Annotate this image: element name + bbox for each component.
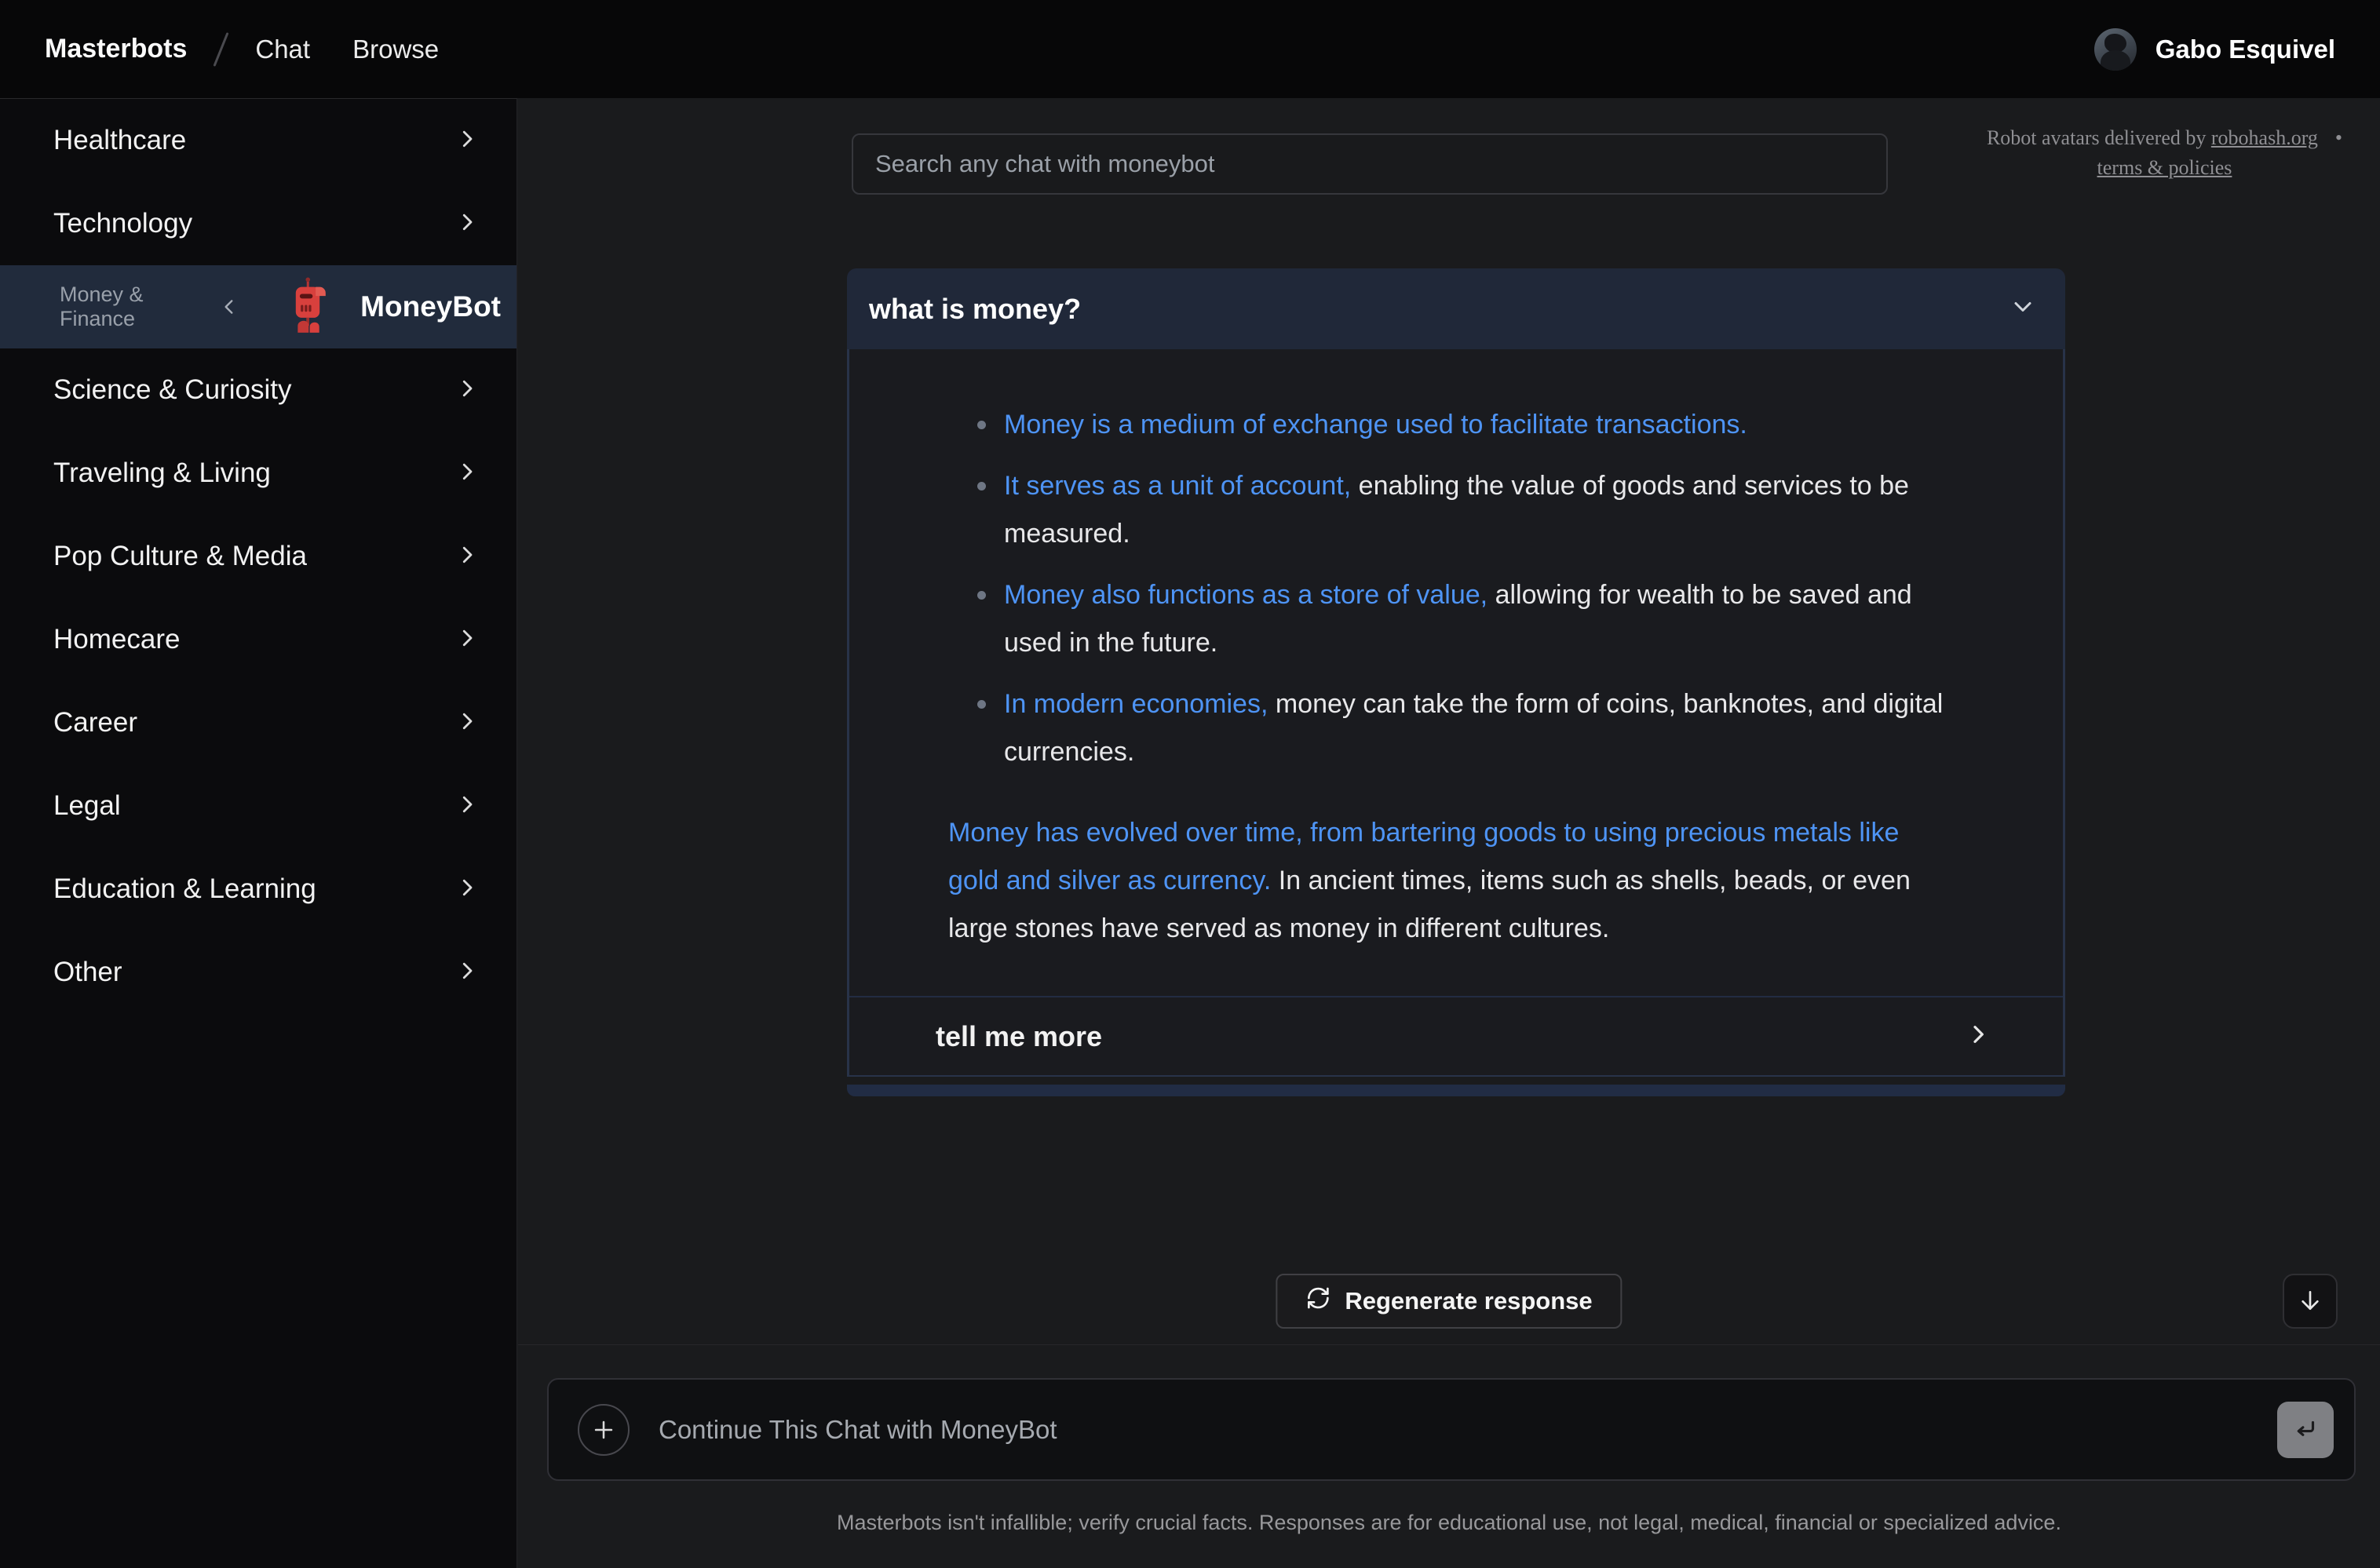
answer-body: Money is a medium of exchange used to fa… [847, 349, 2065, 1077]
attribution-bullet: • [2335, 126, 2342, 149]
answer-bullet-list: Money is a medium of exchange used to fa… [849, 401, 2063, 776]
app-root: Masterbots Chat Browse Gabo Esquivel Hea… [0, 0, 2380, 1568]
question-title: what is money? [869, 293, 1081, 326]
chevron-right-icon [455, 377, 479, 404]
top-bar: Masterbots Chat Browse Gabo Esquivel [0, 0, 2380, 98]
sidebar-item-traveling-living[interactable]: Traveling & Living [0, 432, 517, 515]
sidebar-item-technology[interactable]: Technology [0, 182, 517, 265]
send-button[interactable] [2277, 1402, 2334, 1458]
sidebar-item-homecare[interactable]: Homecare [0, 598, 517, 681]
breadcrumb-slash-icon [214, 32, 229, 67]
main-content: Robot avatars delivered by robohash.org•… [518, 98, 2380, 1568]
moneybot-avatar-icon [285, 277, 330, 337]
chevron-right-icon [455, 626, 479, 654]
question-header[interactable]: what is money? [847, 268, 2065, 349]
sidebar-selected-moneybot[interactable]: Money & Finance Mo [0, 265, 517, 348]
selected-category-label[interactable]: Money & Finance [60, 283, 195, 331]
sidebar-item-career[interactable]: Career [0, 681, 517, 764]
sidebar-item-pop-culture-media[interactable]: Pop Culture & Media [0, 515, 517, 598]
card-bottom-cap [847, 1085, 2065, 1096]
user-menu[interactable]: Gabo Esquivel [2094, 28, 2335, 71]
chevron-down-icon[interactable] [2009, 293, 2037, 325]
refresh-icon [1305, 1285, 1331, 1317]
chevron-right-icon [455, 127, 479, 155]
sidebar-item-other[interactable]: Other [0, 931, 517, 1014]
disclaimer-text: Masterbots isn't infallible; verify cruc… [518, 1511, 2380, 1535]
answer-bullet: Money also functions as a store of value… [977, 571, 1945, 667]
arrow-down-icon [2298, 1288, 2323, 1315]
chat-thread-card: what is money? Money is a medium of exch… [847, 268, 2065, 1096]
followup-label: tell me more [936, 1020, 1102, 1053]
composer-bar [547, 1378, 2356, 1481]
user-name: Gabo Esquivel [2156, 35, 2335, 64]
chevron-right-icon [455, 793, 479, 820]
regenerate-button[interactable]: Regenerate response [1276, 1274, 1622, 1329]
chevron-right-icon [455, 959, 479, 986]
sidebar-item-healthcare[interactable]: Healthcare [0, 99, 517, 182]
regenerate-label: Regenerate response [1345, 1287, 1592, 1315]
sidebar-item-education-learning[interactable]: Education & Learning [0, 848, 517, 931]
user-avatar[interactable] [2094, 28, 2137, 71]
nav-chat[interactable]: Chat [255, 35, 310, 64]
composer-divider [518, 1344, 2380, 1345]
brand-logo[interactable]: Masterbots [45, 34, 187, 64]
robohash-link[interactable]: robohash.org [2211, 126, 2318, 149]
category-sidebar: Healthcare Technology Money & Finance [0, 98, 517, 1568]
selected-bot-name[interactable]: MoneyBot [360, 290, 501, 323]
chevron-right-icon [455, 543, 479, 571]
chevron-right-icon [455, 460, 479, 487]
attribution-note: Robot avatars delivered by robohash.org•… [1987, 123, 2342, 183]
terms-policies-link[interactable]: terms & policies [2097, 156, 2232, 179]
sidebar-item-science-curiosity[interactable]: Science & Curiosity [0, 348, 517, 432]
answer-paragraph: Money has evolved over time, from barter… [948, 809, 1945, 953]
nav-browse[interactable]: Browse [352, 35, 439, 64]
chevron-right-icon [455, 709, 479, 737]
attach-button[interactable] [578, 1404, 630, 1456]
answer-bullet: In modern economies, money can take the … [977, 680, 1945, 776]
answer-bullet: Money is a medium of exchange used to fa… [977, 401, 1945, 449]
sidebar-item-legal[interactable]: Legal [0, 764, 517, 848]
chevron-left-icon[interactable] [219, 297, 239, 317]
chevron-right-icon [455, 210, 479, 238]
chevron-right-icon [455, 876, 479, 903]
followup-row[interactable]: tell me more [849, 996, 2063, 1075]
scroll-to-bottom-button[interactable] [2283, 1274, 2338, 1329]
chevron-right-icon [1966, 1022, 1991, 1051]
search-input[interactable] [852, 133, 1888, 195]
answer-bullet: It serves as a unit of account, enabling… [977, 462, 1945, 558]
chat-message-input[interactable] [659, 1415, 2277, 1445]
